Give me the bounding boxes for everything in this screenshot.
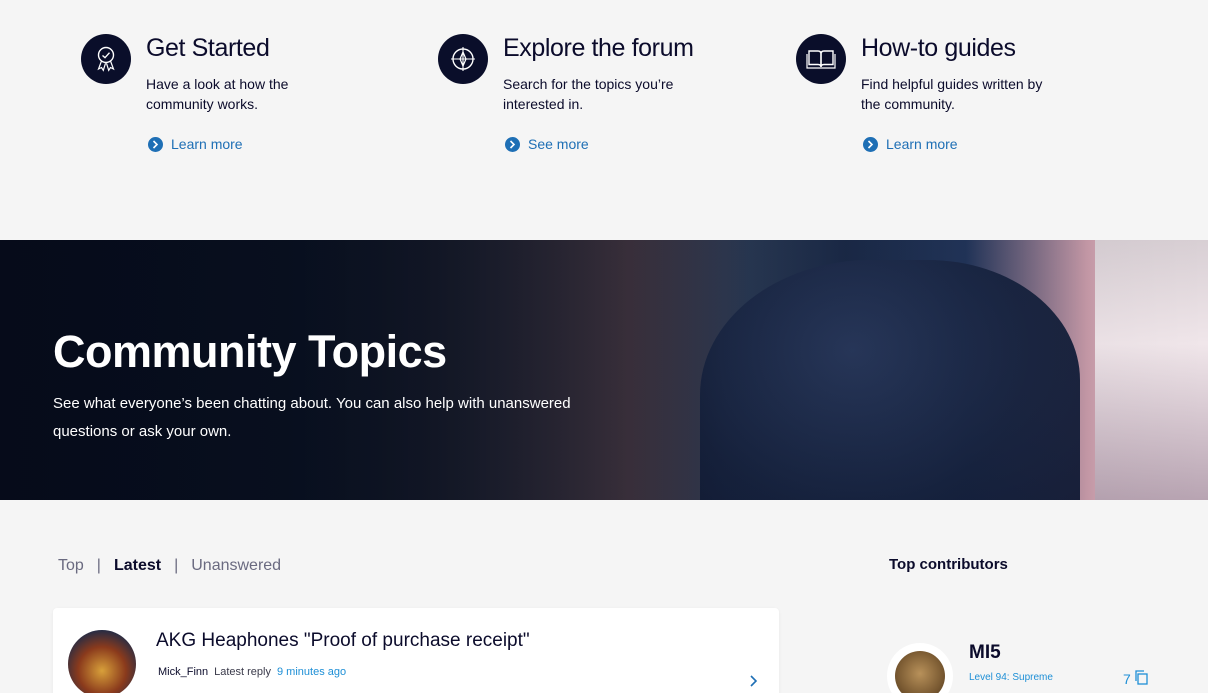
hero-banner: Community Topics See what everyone’s bee… xyxy=(0,240,1208,500)
hero-subtitle: See what everyone’s been chatting about.… xyxy=(53,395,571,440)
topic-card[interactable]: AKG Heaphones "Proof of purchase receipt… xyxy=(53,608,779,693)
chevron-right-icon xyxy=(505,136,520,152)
feature-title: How-to guides xyxy=(861,34,1016,62)
feature-description: Search for the topics you’re interested … xyxy=(503,76,674,112)
tab-top[interactable]: Top xyxy=(58,557,84,575)
chevron-right-icon xyxy=(148,136,163,152)
contributor-level: Level 94: Supreme xyxy=(969,672,1053,683)
topic-title[interactable]: AKG Heaphones "Proof of purchase receipt… xyxy=(156,630,530,652)
chevron-right-icon xyxy=(863,136,878,152)
link-label: Learn more xyxy=(171,136,243,152)
contributor-name[interactable]: MI5 xyxy=(969,642,1001,664)
open-book-icon xyxy=(796,34,846,84)
copy-icon xyxy=(1134,670,1148,688)
topic-timestamp[interactable]: 9 minutes ago xyxy=(277,666,346,678)
topic-tabs: Top | Latest | Unanswered xyxy=(58,557,281,575)
award-ribbon-icon xyxy=(81,34,131,84)
topic-author[interactable]: Mick_Finn xyxy=(158,666,208,678)
topic-meta: Mick_Finn Latest reply 9 minutes ago xyxy=(158,666,346,678)
tab-separator: | xyxy=(96,557,101,574)
compass-icon xyxy=(438,34,488,84)
contributor-count: 7 xyxy=(1123,670,1148,688)
tab-unanswered[interactable]: Unanswered xyxy=(191,557,281,575)
hero-title: Community Topics xyxy=(53,326,447,377)
avatar xyxy=(887,643,953,693)
feature-description: Find helpful guides written by the commu… xyxy=(861,76,1043,112)
contributor-item[interactable]: MI5 Level 94: Supreme 7 xyxy=(887,640,1157,693)
learn-more-link[interactable]: Learn more xyxy=(863,136,958,152)
avatar xyxy=(68,630,136,693)
chevron-right-icon[interactable] xyxy=(749,674,759,693)
link-label: See more xyxy=(528,136,589,152)
tab-latest[interactable]: Latest xyxy=(114,557,161,575)
feature-description: Have a look at how the community works. xyxy=(146,76,289,112)
top-contributors-heading: Top contributors xyxy=(889,556,1008,573)
feature-row: Get Started Have a look at how the commu… xyxy=(0,0,1208,240)
tab-separator: | xyxy=(174,557,179,574)
feature-title: Explore the forum xyxy=(503,34,694,62)
see-more-link[interactable]: See more xyxy=(505,136,589,152)
solutions-count: 7 xyxy=(1123,671,1131,687)
link-label: Learn more xyxy=(886,136,958,152)
feature-title: Get Started xyxy=(146,34,270,62)
learn-more-link[interactable]: Learn more xyxy=(148,136,243,152)
latest-reply-label: Latest reply xyxy=(214,666,271,678)
